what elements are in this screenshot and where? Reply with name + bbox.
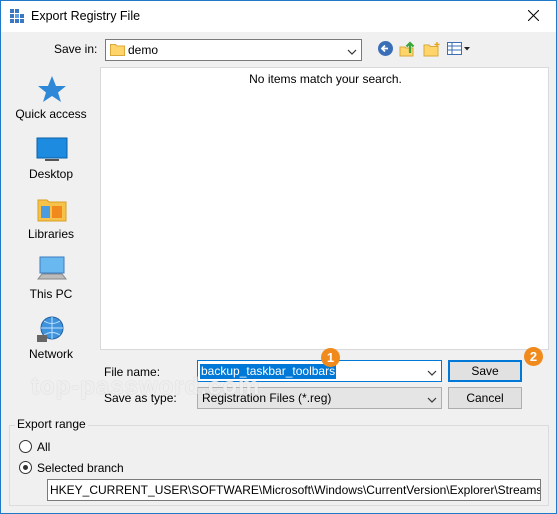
libraries-icon [35,194,69,224]
selected-branch-label[interactable]: Selected branch [37,461,124,475]
export-registry-dialog: Export Registry File Save in: demo Quick… [0,0,557,514]
place-label: Quick access [15,107,87,121]
chevron-down-icon [427,393,437,407]
view-menu-button[interactable] [446,39,472,61]
save-in-label: Save in: [54,42,98,56]
all-radio[interactable] [19,440,32,453]
network-icon [35,314,69,344]
watermark: top-password.com [31,373,261,400]
export-range-title: Export range [15,417,88,431]
place-label: Libraries [27,227,75,241]
place-desktop[interactable]: Desktop [8,128,94,186]
chevron-down-icon [347,45,357,59]
desktop-icon [35,134,69,164]
place-quick-access[interactable]: Quick access [8,68,94,126]
cancel-button[interactable]: Cancel [448,387,522,409]
chevron-down-icon[interactable] [427,366,437,380]
branch-path-input[interactable]: HKEY_CURRENT_USER\SOFTWARE\Microsoft\Win… [47,479,541,501]
place-network[interactable]: Network [8,308,94,366]
save-in-value: demo [128,43,159,57]
step-badge-1: 1 [321,348,340,367]
back-arrow-icon [377,40,394,60]
title-bar: Export Registry File [1,1,556,32]
place-label: Desktop [28,167,74,181]
this-pc-icon [35,254,69,284]
empty-message: No items match your search. [249,72,402,86]
up-folder-icon [399,40,417,61]
place-label: This PC [29,287,73,301]
registry-editor-icon [10,9,24,23]
close-button[interactable] [510,1,556,32]
new-folder-icon [423,41,441,60]
up-one-level-button[interactable] [398,39,418,61]
place-label: Network [28,347,73,361]
branch-path-value: HKEY_CURRENT_USER\SOFTWARE\Microsoft\Win… [50,483,541,497]
new-folder-button[interactable] [422,39,442,61]
place-this-pc[interactable]: This PC [8,248,94,306]
save-in-dropdown[interactable]: demo [105,39,362,61]
view-grid-icon [447,41,471,59]
places-bar: Quick access Desktop Libraries This PC N… [8,68,94,373]
selected-branch-radio[interactable] [19,461,32,474]
quick-access-star-icon [35,74,69,104]
file-list-view[interactable]: No items match your search. [100,67,549,350]
window-title: Export Registry File [31,9,141,23]
close-icon [527,9,539,24]
save-button[interactable]: Save [448,360,522,382]
all-radio-label[interactable]: All [37,440,50,454]
folder-icon [110,43,125,59]
back-button[interactable] [375,39,395,61]
step-badge-2: 2 [524,347,543,366]
place-libraries[interactable]: Libraries [8,188,94,246]
